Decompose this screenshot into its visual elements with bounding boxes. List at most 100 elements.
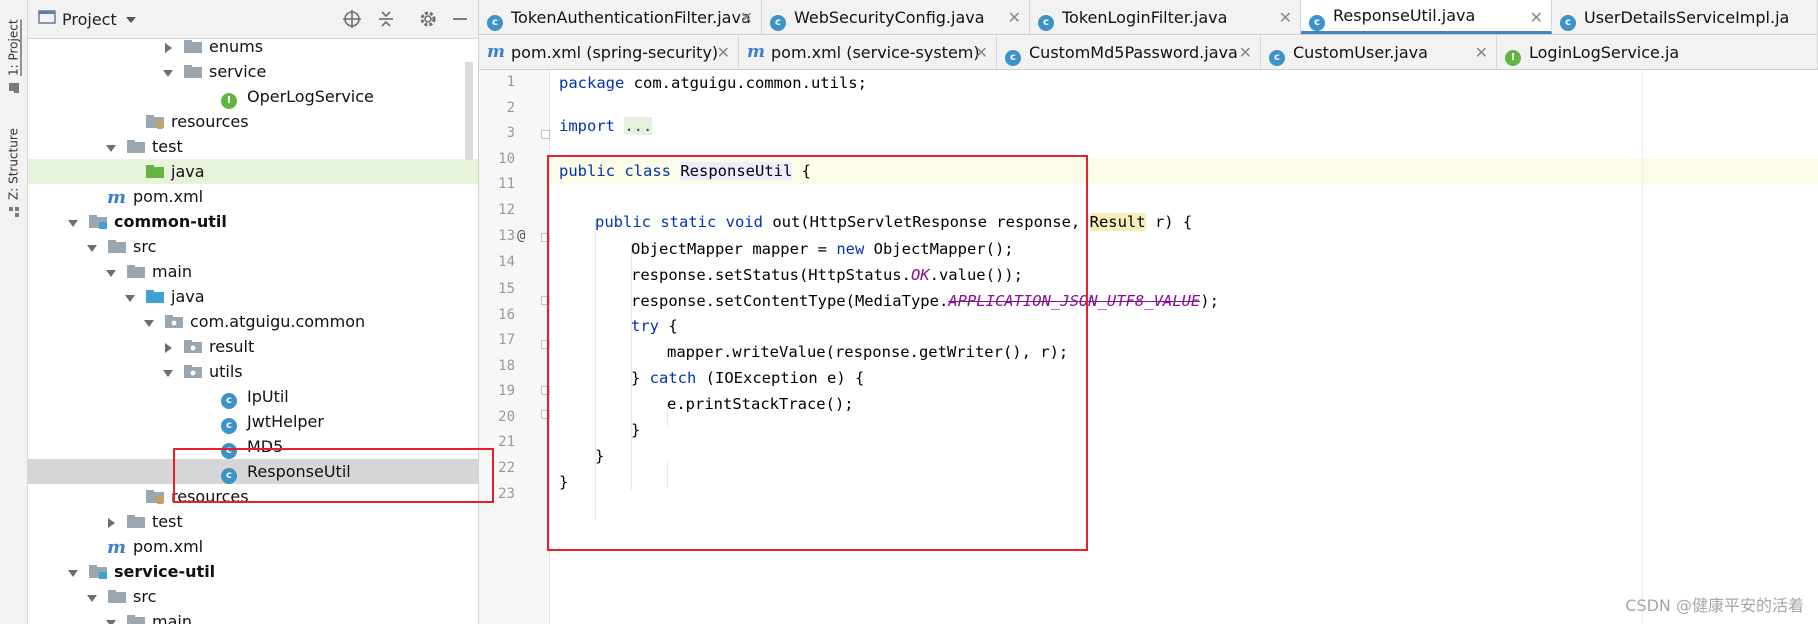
editor-tab-label: CustomMd5Password.java xyxy=(1029,42,1238,62)
tree-item-label: common-util xyxy=(114,212,227,231)
chevron-down-icon[interactable] xyxy=(104,615,118,624)
class-icon: c xyxy=(1005,45,1021,66)
chevron-down-icon[interactable] xyxy=(161,365,175,379)
chevron-down-icon[interactable] xyxy=(66,565,80,579)
gear-icon[interactable] xyxy=(418,9,438,29)
chevron-down-icon[interactable] xyxy=(125,10,137,29)
close-icon[interactable]: ✕ xyxy=(740,8,753,27)
override-marker[interactable]: @ xyxy=(517,228,525,244)
editor-tab-label: TokenLoginFilter.java xyxy=(1062,7,1228,27)
tree-item[interactable]: service xyxy=(28,59,478,84)
tree-item[interactable]: com.atguigu.common xyxy=(28,309,478,334)
close-icon[interactable]: ✕ xyxy=(1279,8,1292,27)
editor-tab-label: pom.xml (service-system) xyxy=(771,42,980,62)
interface-icon: I xyxy=(1505,45,1521,66)
code-text: ); xyxy=(1200,292,1219,310)
tree-item[interactable]: c IpUtil xyxy=(28,384,478,409)
editor-tab[interactable]: c ResponseUtil.java ✕ xyxy=(1301,0,1552,34)
chevron-down-icon[interactable] xyxy=(104,140,118,154)
project-tool-button[interactable]: 1: Project xyxy=(0,4,27,94)
editor-tab[interactable]: m pom.xml (service-system) ✕ xyxy=(739,35,997,69)
chevron-down-icon[interactable] xyxy=(123,290,137,304)
chevron-down-icon[interactable] xyxy=(85,590,99,604)
folder-icon xyxy=(126,138,146,156)
tree-item-label: pom.xml xyxy=(133,187,204,206)
tree-item[interactable]: result xyxy=(28,334,478,359)
tree-item[interactable]: main xyxy=(28,609,478,624)
close-icon[interactable]: ✕ xyxy=(1239,43,1252,62)
code-editor[interactable]: 1 2 3 10 11 12 13 14 15 16 17 18 19 20 21 22 23 @ packag… xyxy=(479,70,1818,624)
close-icon[interactable]: ✕ xyxy=(1008,8,1021,27)
editor-tab[interactable]: c WebSecurityConfig.java ✕ xyxy=(762,0,1030,34)
line-number: 12 xyxy=(498,202,515,219)
editor-tab[interactable]: I LoginLogService.ja xyxy=(1497,35,1818,69)
chevron-right-icon[interactable] xyxy=(161,40,175,54)
close-icon[interactable]: ✕ xyxy=(717,43,730,62)
code-line-1: package com.atguigu.common.utils; xyxy=(559,70,867,96)
tree-item-label: java xyxy=(171,287,205,306)
module-folder-icon xyxy=(88,213,108,231)
tree-item[interactable]: m pom.xml xyxy=(28,534,478,559)
chevron-right-icon[interactable] xyxy=(104,515,118,529)
folder-icon xyxy=(183,63,203,81)
editor-tabs-row-2: m pom.xml (spring-security) ✕ m pom.xml (ser… xyxy=(479,35,1818,70)
code-annotation-box xyxy=(547,155,1088,551)
tree-item[interactable]: c JwtHelper xyxy=(28,409,478,434)
structure-icon xyxy=(8,206,20,218)
class-icon: c xyxy=(1560,10,1576,31)
tree-item[interactable]: resources xyxy=(28,109,478,134)
chevron-down-icon[interactable] xyxy=(142,315,156,329)
maven-icon: m xyxy=(107,536,127,558)
chevron-right-icon[interactable] xyxy=(161,340,175,354)
class-icon: c xyxy=(487,10,503,31)
tree-item[interactable]: main xyxy=(28,259,478,284)
chevron-down-icon[interactable] xyxy=(104,265,118,279)
close-icon[interactable]: ✕ xyxy=(975,43,988,62)
maven-icon: m xyxy=(747,42,765,62)
folder-icon xyxy=(183,38,203,56)
editor-tab[interactable]: m pom.xml (spring-security) ✕ xyxy=(479,35,739,69)
editor-tab[interactable]: c UserDetailsServiceImpl.ja xyxy=(1552,0,1818,34)
tree-item[interactable]: src xyxy=(28,234,478,259)
tree-item[interactable]: test xyxy=(28,509,478,534)
chevron-down-icon[interactable] xyxy=(66,215,80,229)
tree-item[interactable]: java xyxy=(28,159,478,184)
structure-tool-button[interactable]: Z: Structure xyxy=(0,118,27,218)
close-icon[interactable]: ✕ xyxy=(1475,43,1488,62)
editor-tab[interactable]: c CustomMd5Password.java ✕ xyxy=(997,35,1261,69)
tree-item[interactable]: java xyxy=(28,284,478,309)
minimize-icon[interactable] xyxy=(450,9,470,29)
locate-icon[interactable] xyxy=(342,9,362,29)
tree-item-label: IpUtil xyxy=(247,387,289,406)
tree-item[interactable]: test xyxy=(28,134,478,159)
tree-item[interactable]: utils xyxy=(28,359,478,384)
tree-item[interactable]: service-util xyxy=(28,559,478,584)
tree-scrollbar-thumb[interactable] xyxy=(465,62,473,160)
tree-item-label: resources xyxy=(171,112,249,131)
code-text: com.atguigu.common.utils; xyxy=(624,74,867,92)
editor-tab[interactable]: c CustomUser.java ✕ xyxy=(1261,35,1497,69)
folder-icon xyxy=(8,82,20,94)
project-view-icon xyxy=(38,9,56,29)
tree-item[interactable]: common-util xyxy=(28,209,478,234)
editor-tab[interactable]: c TokenAuthenticationFilter.java ✕ xyxy=(479,0,762,34)
tree-item[interactable]: src xyxy=(28,584,478,609)
chevron-down-icon[interactable] xyxy=(85,240,99,254)
tree-item[interactable]: m pom.xml xyxy=(28,184,478,209)
tree-item[interactable]: enums xyxy=(28,34,478,59)
editor-tab-label: pom.xml (spring-security) xyxy=(511,42,719,62)
collapse-all-icon[interactable] xyxy=(376,9,396,29)
editor-tab[interactable]: c TokenLoginFilter.java ✕ xyxy=(1030,0,1301,34)
line-number: 16 xyxy=(498,306,515,323)
close-icon[interactable]: ✕ xyxy=(1530,8,1543,27)
fold-toggle[interactable] xyxy=(541,130,550,139)
chevron-down-icon[interactable] xyxy=(161,65,175,79)
tree-item[interactable]: I OperLogService xyxy=(28,84,478,109)
folder-icon xyxy=(126,513,146,531)
project-view-title[interactable]: Project xyxy=(62,10,117,29)
class-icon: c xyxy=(1038,10,1054,31)
folded-imports[interactable]: ... xyxy=(624,117,653,135)
